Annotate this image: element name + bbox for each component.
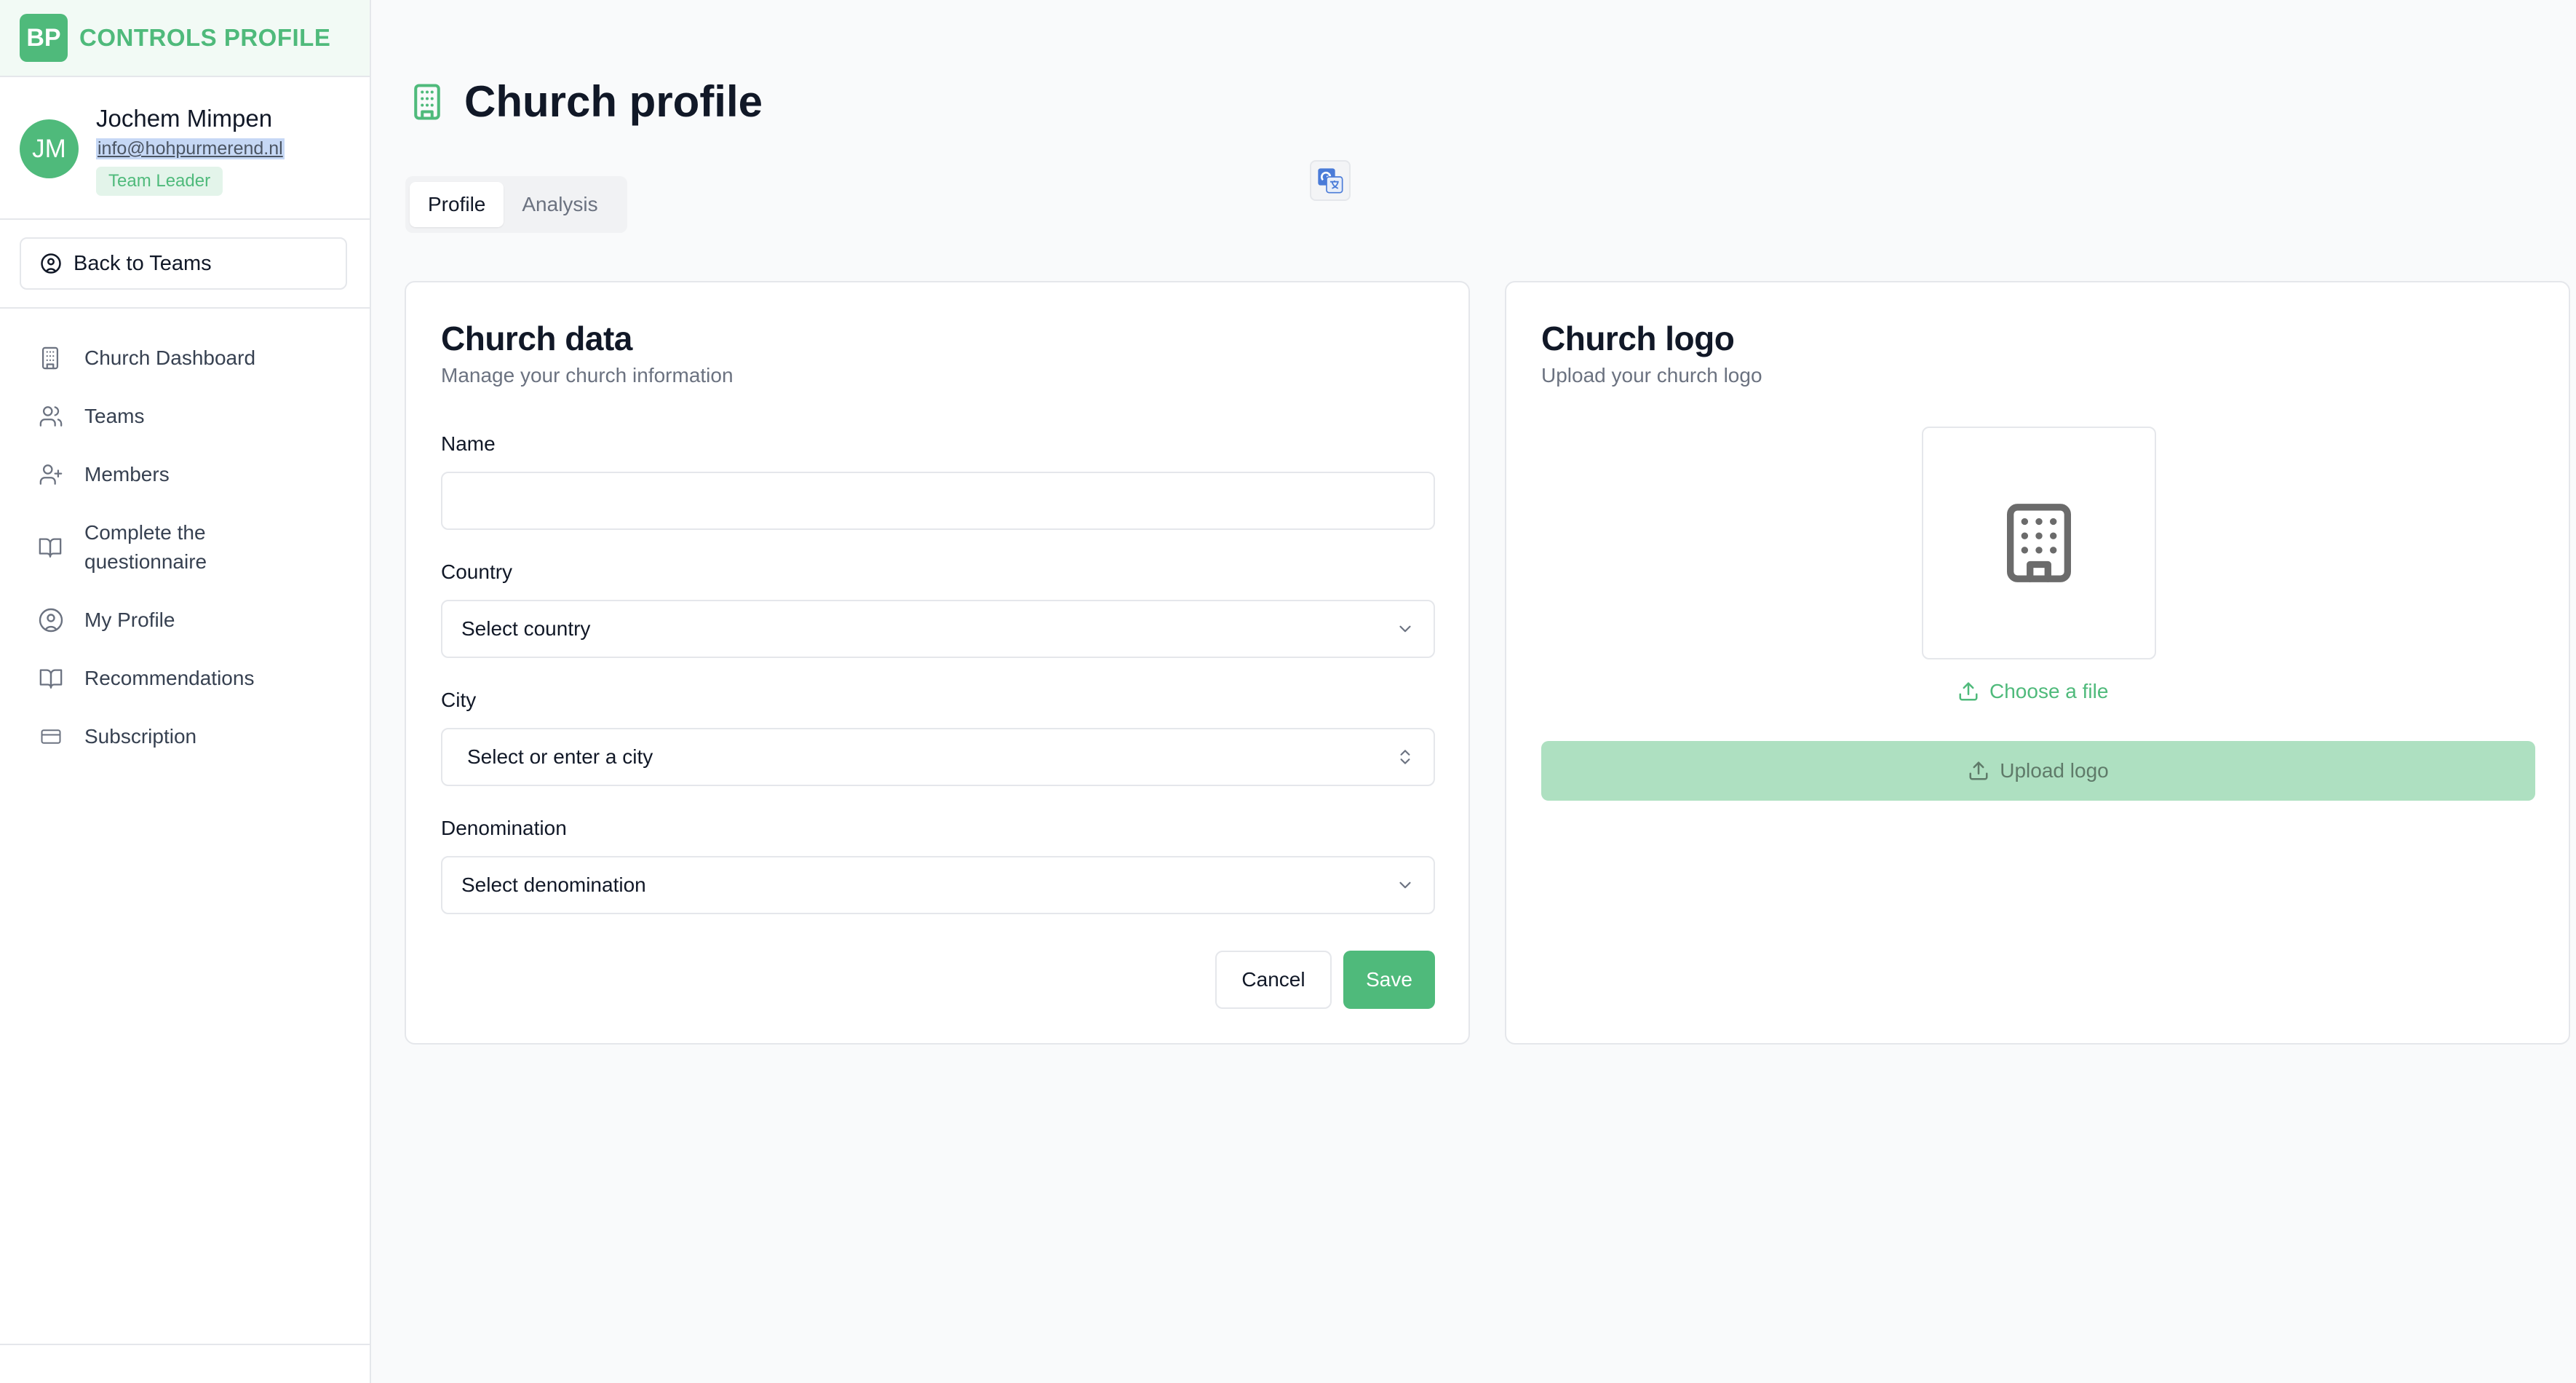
denomination-select[interactable]: Select denomination [441, 856, 1435, 914]
avatar: JM [20, 119, 79, 178]
user-circle-icon [40, 253, 73, 274]
building-icon [408, 79, 447, 124]
user-plus-icon [38, 462, 67, 487]
sidebar-item-label: Teams [84, 405, 145, 427]
translate-icon[interactable] [1310, 160, 1351, 201]
cancel-button[interactable]: Cancel [1215, 951, 1332, 1009]
brand-header: BP CONTROLS PROFILE [0, 0, 370, 77]
church-data-card: Church data Manage your church informati… [405, 281, 1470, 1045]
tab-analysis[interactable]: Analysis [504, 182, 616, 227]
user-email: info@hohpurmerend.nl [96, 138, 285, 159]
country-select-value: Select country [461, 617, 591, 640]
brand-logo[interactable]: BP [20, 14, 68, 62]
brand-title[interactable]: CONTROLS PROFILE [79, 24, 330, 52]
sidebar-item-recommendations[interactable]: Recommendations [0, 649, 370, 708]
upload-icon [1957, 681, 1989, 702]
chevron-down-icon [1396, 619, 1415, 638]
book-open-icon [38, 666, 67, 691]
sidebar-item-questionnaire[interactable]: Complete the questionnaire [0, 504, 370, 591]
building-icon [38, 346, 67, 370]
sidebar-item-teams[interactable]: Teams [0, 387, 370, 445]
sidebar-item-label: My Profile [84, 609, 175, 631]
chevron-down-icon [1396, 876, 1415, 895]
role-badge: Team Leader [96, 167, 223, 196]
sidebar-item-members[interactable]: Members [0, 445, 370, 504]
logo-preview [1922, 427, 2156, 659]
church-logo-card: Church logo Upload your church logo Choo… [1505, 281, 2570, 1045]
sidebar-nav: Church Dashboard Teams Members Complete … [0, 309, 370, 766]
sidebar-item-label: Subscription [84, 725, 197, 748]
page-title: Church profile [464, 77, 763, 126]
sidebar-item-label: Complete the questionnaire [84, 521, 207, 573]
country-select[interactable]: Select country [441, 600, 1435, 658]
choose-file-button[interactable]: Choose a file [1957, 680, 2108, 703]
back-section: Back to Teams [0, 220, 370, 309]
sidebar: BP CONTROLS PROFILE JM Jochem Mimpen inf… [0, 0, 371, 1383]
user-info: JM Jochem Mimpen info@hohpurmerend.nl Te… [0, 77, 370, 220]
city-combobox-value: Select or enter a city [467, 745, 653, 768]
upload-icon [1968, 760, 2000, 782]
sidebar-item-my-profile[interactable]: My Profile [0, 591, 370, 649]
upload-logo-label: Upload logo [2000, 759, 2109, 782]
tab-list: Profile Analysis [405, 176, 627, 233]
denomination-select-value: Select denomination [461, 873, 646, 896]
back-to-teams-label: Back to Teams [73, 251, 212, 275]
choose-file-label: Choose a file [1989, 680, 2109, 702]
sidebar-item-label: Recommendations [84, 667, 255, 689]
credit-card-icon [38, 726, 67, 748]
book-open-icon [38, 535, 67, 560]
building-icon [1996, 493, 2082, 593]
user-circle-icon [38, 607, 67, 633]
card-subtitle: Manage your church information [441, 364, 734, 387]
sidebar-footer-divider [0, 1344, 370, 1345]
name-label: Name [441, 432, 496, 455]
card-title: Church data [441, 320, 632, 357]
page-header: Church profile [408, 76, 763, 127]
country-label: Country [441, 560, 513, 583]
card-title: Church logo [1541, 320, 1735, 357]
name-field[interactable] [441, 472, 1435, 530]
city-label: City [441, 689, 477, 711]
card-subtitle: Upload your church logo [1541, 364, 1762, 387]
tab-profile[interactable]: Profile [410, 182, 504, 227]
user-name: Jochem Mimpen [96, 105, 273, 132]
chevron-up-down-icon [1396, 746, 1415, 768]
sidebar-item-label: Members [84, 463, 170, 486]
sidebar-item-subscription[interactable]: Subscription [0, 708, 370, 766]
sidebar-item-church-dashboard[interactable]: Church Dashboard [0, 329, 370, 387]
users-icon [38, 404, 67, 429]
city-combobox[interactable]: Select or enter a city [441, 728, 1435, 786]
denomination-label: Denomination [441, 817, 567, 839]
upload-logo-button[interactable]: Upload logo [1541, 741, 2535, 801]
save-button[interactable]: Save [1343, 951, 1435, 1009]
back-to-teams-button[interactable]: Back to Teams [20, 237, 347, 290]
sidebar-item-label: Church Dashboard [84, 346, 256, 369]
